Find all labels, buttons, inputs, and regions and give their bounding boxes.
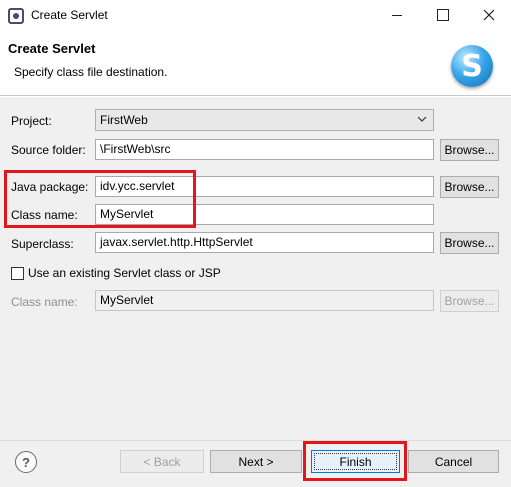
help-icon[interactable]: ? [15,451,37,473]
existing-class-browse-button[interactable]: Browse... [440,290,499,312]
superclass-label: Superclass: [11,237,74,251]
java-package-browse-button[interactable]: Browse... [440,176,499,198]
focus-ring [314,453,397,470]
servlet-logo-icon: S [451,45,493,87]
minimize-button[interactable] [374,0,420,30]
servlet-app-icon [8,8,24,24]
close-button[interactable] [466,0,511,30]
use-existing-checkbox[interactable] [11,267,24,280]
class-name-field[interactable]: MyServlet [95,204,434,225]
maximize-button[interactable] [420,0,466,30]
project-select[interactable]: FirstWeb [95,109,434,131]
chevron-down-icon [417,116,427,122]
superclass-field[interactable]: javax.servlet.http.HttpServlet [95,232,434,253]
source-folder-label: Source folder: [11,143,86,157]
finish-button[interactable]: Finish [311,450,400,473]
java-package-field[interactable]: idv.ycc.servlet [95,176,434,197]
java-package-label: Java package: [11,180,89,194]
use-existing-label: Use an existing Servlet class or JSP [28,266,221,280]
source-folder-browse-button[interactable]: Browse... [440,139,499,161]
existing-class-name-label: Class name: [11,295,78,309]
existing-class-name-field[interactable]: MyServlet [95,290,434,311]
wizard-body: Project: FirstWeb Source folder: \FirstW… [0,97,511,440]
project-label: Project: [11,114,52,128]
wizard-header: Create Servlet Specify class file destin… [0,31,511,96]
cancel-button[interactable]: Cancel [408,450,499,473]
back-button[interactable]: < Back [120,450,204,473]
superclass-browse-button[interactable]: Browse... [440,232,499,254]
project-select-value: FirstWeb [100,113,148,127]
page-subtitle: Specify class file destination. [14,65,168,79]
title-bar: Create Servlet [0,0,511,31]
class-name-label: Class name: [11,208,78,222]
source-folder-field[interactable]: \FirstWeb\src [95,139,434,160]
window-title: Create Servlet [31,8,108,22]
close-icon [483,9,495,21]
page-title: Create Servlet [8,41,96,56]
wizard-footer: ? < Back Next > Finish Cancel [0,440,511,487]
next-button[interactable]: Next > [210,450,302,473]
